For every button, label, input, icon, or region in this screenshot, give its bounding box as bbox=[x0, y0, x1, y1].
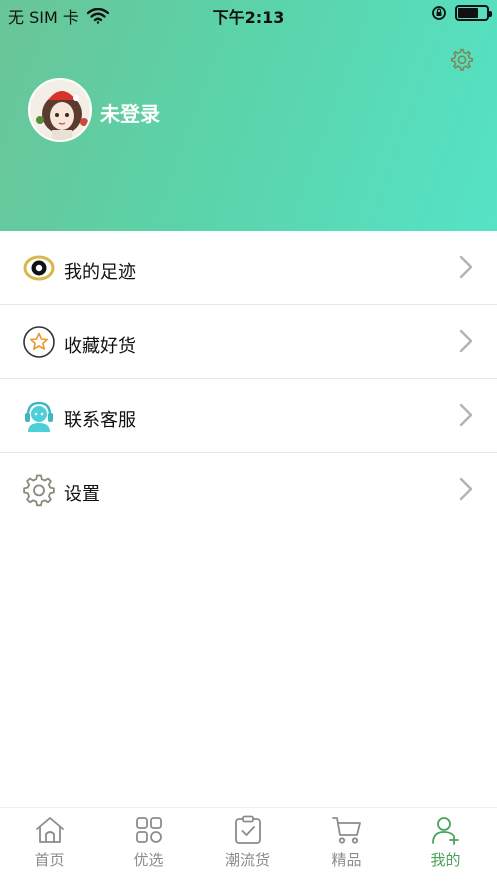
chevron-right-icon bbox=[459, 255, 473, 279]
cart-icon bbox=[331, 817, 361, 844]
tab-boutique[interactable]: 精品 bbox=[297, 814, 396, 870]
menu-label-customer-service: 联系客服 bbox=[64, 410, 136, 431]
tab-mine-label: 我的 bbox=[430, 851, 461, 869]
chevron-right-icon bbox=[459, 403, 473, 427]
battery-icon bbox=[455, 5, 492, 21]
chevron-right-icon bbox=[459, 477, 473, 501]
settings-gear-icon[interactable] bbox=[448, 46, 476, 74]
user-add-icon bbox=[431, 817, 459, 845]
tab-boutique-label: 精品 bbox=[331, 851, 362, 869]
menu-label-favorites: 收藏好货 bbox=[64, 336, 136, 357]
tab-mine[interactable]: 我的 bbox=[396, 814, 495, 870]
home-icon bbox=[35, 817, 64, 843]
menu-item-settings[interactable]: 设置 bbox=[0, 453, 497, 527]
clipboard-check-icon bbox=[234, 815, 261, 844]
bottom-tab-bar: 首页 优选 潮流货 精品 我的 bbox=[0, 807, 497, 883]
grid-icon bbox=[135, 817, 162, 843]
menu-label-footprints: 我的足迹 bbox=[64, 262, 136, 283]
tab-home-label: 首页 bbox=[34, 851, 65, 869]
tab-home[interactable]: 首页 bbox=[0, 814, 99, 870]
tab-trend-label: 潮流货 bbox=[224, 851, 270, 869]
tab-trend[interactable]: 潮流货 bbox=[198, 814, 297, 870]
chevron-right-icon bbox=[459, 329, 473, 353]
menu-item-customer-service[interactable]: 联系客服 bbox=[0, 379, 497, 453]
customer-service-icon bbox=[25, 401, 53, 432]
menu-item-favorites[interactable]: 收藏好货 bbox=[0, 305, 497, 379]
menu-list: 我的足迹 收藏好货 联系客服 设置 bbox=[0, 231, 497, 527]
tab-featured[interactable]: 优选 bbox=[99, 814, 198, 870]
status-time: 下午2:13 bbox=[212, 8, 285, 27]
star-icon bbox=[23, 326, 55, 358]
tab-featured-label: 优选 bbox=[133, 851, 164, 869]
avatar[interactable] bbox=[28, 78, 92, 142]
status-right bbox=[431, 5, 492, 21]
menu-label-settings: 设置 bbox=[64, 484, 100, 505]
username-label[interactable]: 未登录 bbox=[100, 98, 160, 127]
menu-item-footprints[interactable]: 我的足迹 bbox=[0, 231, 497, 305]
status-bar: 无 SIM 卡 下午2:13 bbox=[0, 0, 497, 28]
rotation-lock-icon bbox=[432, 6, 446, 20]
gear-icon bbox=[23, 474, 55, 507]
eye-icon bbox=[23, 255, 55, 281]
